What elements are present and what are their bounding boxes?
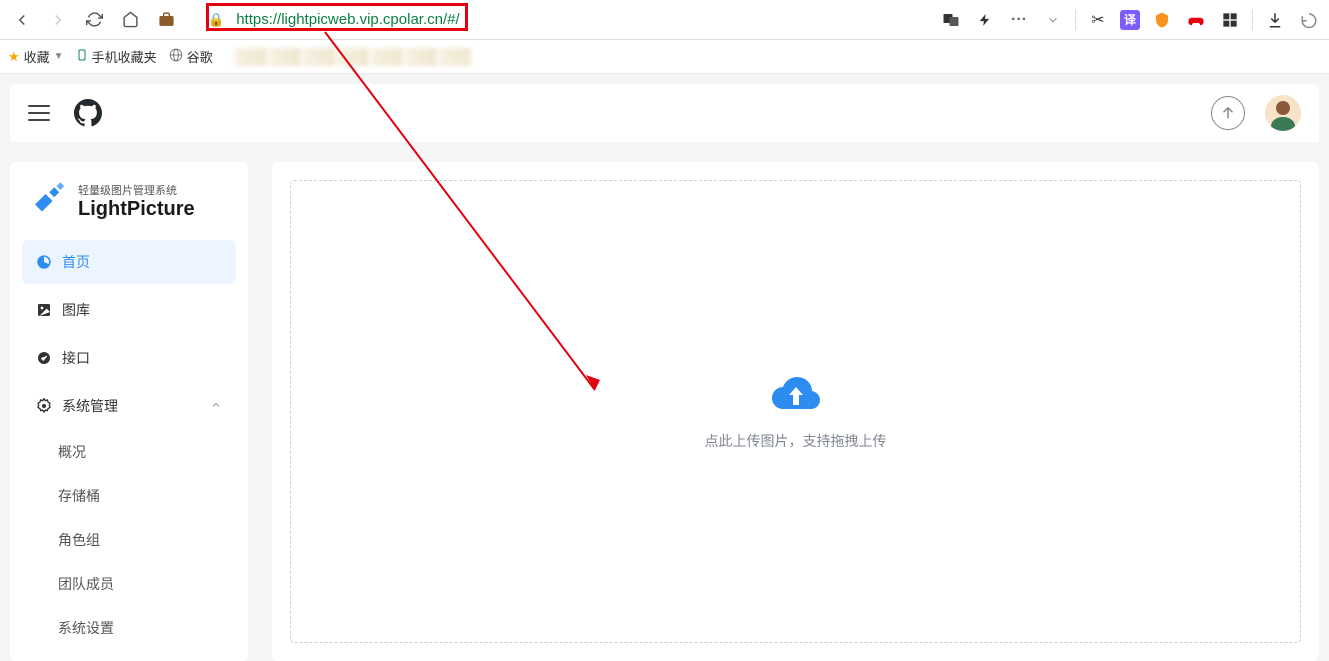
divider — [1252, 10, 1253, 30]
system-submenu: 概况 存储桶 角色组 团队成员 系统设置 — [22, 432, 236, 648]
blurred-bookmarks — [235, 48, 471, 66]
sidebar-item-home[interactable]: 首页 — [22, 240, 236, 284]
divider — [1075, 10, 1076, 30]
back-button[interactable] — [8, 6, 36, 34]
upload-dropzone[interactable]: 点此上传图片，支持拖拽上传 — [290, 180, 1301, 643]
image-icon — [36, 302, 52, 318]
logo-title: LightPicture — [78, 198, 195, 221]
logo[interactable]: 轻量级图片管理系统 LightPicture — [22, 180, 236, 240]
user-avatar[interactable] — [1265, 95, 1301, 131]
bookmark-bar: ★ 收藏 ▼ 手机收藏夹 谷歌 — [0, 40, 1329, 74]
sidebar-item-label: 首页 — [62, 252, 90, 272]
sidebar-subitem-storage[interactable]: 存储桶 — [44, 476, 236, 516]
dropdown-caret-icon: ▼ — [54, 51, 64, 62]
favorites-bookmark[interactable]: ★ 收藏 ▼ — [8, 47, 64, 66]
sidebar-subitem-team[interactable]: 团队成员 — [44, 564, 236, 604]
sidebar-item-label: 接口 — [62, 348, 90, 368]
menu-toggle-button[interactable] — [28, 102, 50, 124]
lock-icon: 🔒 — [208, 12, 224, 28]
home-button[interactable] — [116, 6, 144, 34]
sidebar-item-label: 系统设置 — [58, 618, 114, 638]
translate-icon[interactable] — [939, 8, 963, 32]
app-body: 轻量级图片管理系统 LightPicture 首页 图库 — [0, 142, 1329, 661]
sidebar-item-label: 图库 — [62, 300, 90, 320]
sidebar: 轻量级图片管理系统 LightPicture 首页 图库 — [10, 162, 248, 661]
chevron-down-icon[interactable] — [1041, 8, 1065, 32]
cloud-upload-icon — [770, 373, 822, 415]
more-icon[interactable]: ··· — [1007, 8, 1031, 32]
bookmark-label: 手机收藏夹 — [92, 47, 157, 66]
github-link[interactable] — [74, 99, 102, 127]
main-content: 点此上传图片，支持拖拽上传 — [272, 162, 1319, 661]
star-icon: ★ — [8, 49, 20, 65]
bookmark-label: 收藏 — [24, 47, 50, 66]
globe-icon — [169, 48, 183, 65]
bolt-icon[interactable] — [973, 8, 997, 32]
shield-icon[interactable] — [1150, 8, 1174, 32]
phone-icon — [76, 48, 88, 65]
logo-mark-icon — [28, 180, 70, 222]
sidebar-subitem-settings[interactable]: 系统设置 — [44, 608, 236, 648]
api-icon — [36, 350, 52, 366]
sidebar-item-gallery[interactable]: 图库 — [22, 288, 236, 332]
refresh-button[interactable] — [80, 6, 108, 34]
address-bar-container: 🔒 https://lightpicweb.vip.cpolar.cn/#/ — [208, 7, 931, 32]
app-container: 轻量级图片管理系统 LightPicture 首页 图库 — [0, 74, 1329, 661]
header-right — [1211, 95, 1301, 131]
upload-button[interactable] — [1211, 96, 1245, 130]
sidebar-item-label: 存储桶 — [58, 486, 100, 506]
logo-subtitle: 轻量级图片管理系统 — [78, 182, 195, 198]
sidebar-item-system[interactable]: 系统管理 — [22, 384, 236, 428]
scissors-icon[interactable]: ✂ — [1086, 8, 1110, 32]
sidebar-item-label: 角色组 — [58, 530, 100, 550]
bookmark-label: 谷歌 — [187, 47, 213, 66]
google-bookmark[interactable]: 谷歌 — [169, 47, 213, 66]
gear-icon — [36, 398, 52, 414]
mobile-favorites-bookmark[interactable]: 手机收藏夹 — [76, 47, 157, 66]
sidebar-item-label: 系统管理 — [62, 396, 118, 416]
sidebar-item-label: 概况 — [58, 442, 86, 462]
grid-icon[interactable] — [1218, 8, 1242, 32]
undo-icon[interactable] — [1297, 8, 1321, 32]
browser-toolbar-right: ··· ✂ 译 — [939, 8, 1321, 32]
translator-extension-icon[interactable]: 译 — [1120, 10, 1140, 30]
app-header — [10, 84, 1319, 142]
sidebar-subitem-overview[interactable]: 概况 — [44, 432, 236, 472]
dashboard-icon — [36, 254, 52, 270]
sidebar-item-label: 团队成员 — [58, 574, 114, 594]
upload-hint-text: 点此上传图片，支持拖拽上传 — [705, 431, 887, 451]
address-bar[interactable]: https://lightpicweb.vip.cpolar.cn/#/ — [230, 7, 931, 32]
download-icon[interactable] — [1263, 8, 1287, 32]
browser-toolbar: 🔒 https://lightpicweb.vip.cpolar.cn/#/ ·… — [0, 0, 1329, 40]
briefcase-icon[interactable] — [152, 6, 180, 34]
forward-button[interactable] — [44, 6, 72, 34]
sidebar-subitem-roles[interactable]: 角色组 — [44, 520, 236, 560]
sidebar-item-api[interactable]: 接口 — [22, 336, 236, 380]
gamepad-icon[interactable] — [1184, 8, 1208, 32]
chevron-up-icon — [210, 398, 222, 414]
